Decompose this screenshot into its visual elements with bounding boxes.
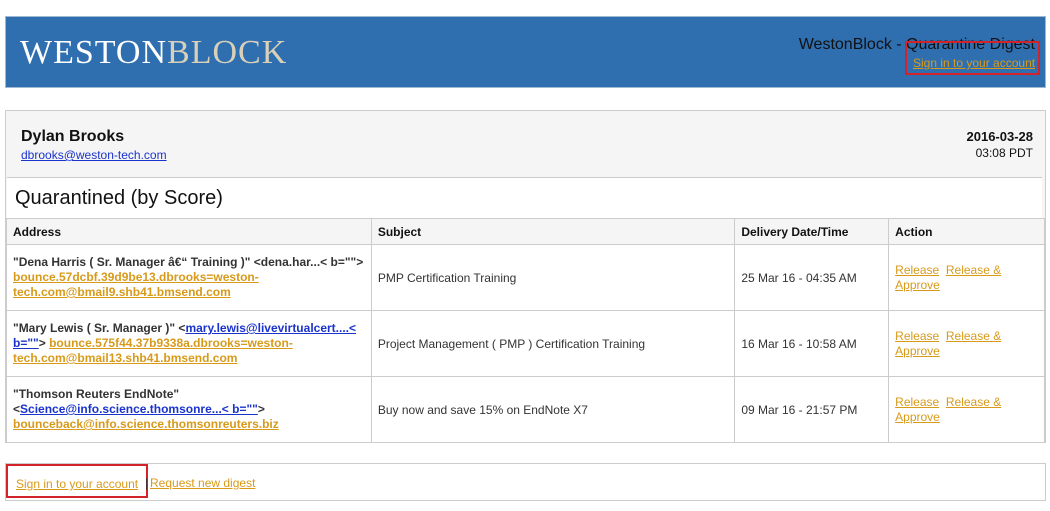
action-cell: Release Release & Approve [888,244,1045,311]
column-header-subject: Subject [370,218,736,245]
digest-card: Dylan Brooks dbrooks@weston-tech.com 201… [5,110,1046,443]
table-row: "Mary Lewis ( Sr. Manager )" <mary.lewis… [6,310,1045,377]
footer-separator: | [145,476,149,490]
sender-address-link[interactable]: Science@info.science.thomsonre...< b="" [20,402,258,416]
request-digest-link[interactable]: Request new digest [150,476,255,490]
table-row: "Thomson Reuters EndNote" <Science@info.… [6,376,1045,443]
section-header: Quarantined (by Score) [7,177,1042,219]
digest-time: 03:08 PDT [975,146,1033,160]
header-signin-link[interactable]: Sign in to your account [913,56,1035,70]
action-cell: Release Release & Approve [888,376,1045,443]
logo-left-text: WESTON [20,34,168,71]
release-link[interactable]: Release [895,263,939,277]
address-cell: "Thomson Reuters EndNote" <Science@info.… [6,376,372,443]
digest-date: 2016-03-28 [966,129,1034,144]
bounce-address-link[interactable]: bounce.57dcbf.39d9be13.dbrooks=weston-te… [13,270,259,299]
column-header-delivery: Delivery Date/Time [734,218,890,245]
action-cell: Release Release & Approve [888,310,1045,377]
user-email-link[interactable]: dbrooks@weston-tech.com [21,148,167,162]
release-link[interactable]: Release [895,329,939,343]
column-header-action: Action [888,218,1045,245]
footer-signin-highlight: Sign in to your account [6,464,148,498]
section-title: Quarantined (by Score) [15,187,223,209]
bounce-address-link[interactable]: bounce.575f44.37b9338a.dbrooks=weston-te… [13,336,293,365]
subject-cell: PMP Certification Training [370,244,736,311]
header-banner: WESTONBLOCK WestonBlock - Quarantine Dig… [5,16,1046,88]
delivery-date-cell: 16 Mar 16 - 10:58 AM [734,310,890,377]
address-bracket: > [38,336,46,350]
delivery-date-cell: 09 Mar 16 - 21:57 PM [734,376,890,443]
table-header-row: Address Subject Delivery Date/Time Actio… [6,218,1045,245]
sender-text: "Dena Harris ( Sr. Manager â€“ Training … [13,255,364,269]
footer-bar: Sign in to your account | Request new di… [5,463,1046,501]
quarantine-table: Address Subject Delivery Date/Time Actio… [6,218,1045,443]
sender-text: "Mary Lewis ( Sr. Manager )" < [13,321,186,335]
table-row: "Dena Harris ( Sr. Manager â€“ Training … [6,244,1045,311]
logo-right-text: BLOCK [167,34,288,71]
address-cell: "Mary Lewis ( Sr. Manager )" <mary.lewis… [6,310,372,377]
release-link[interactable]: Release [895,395,939,409]
delivery-date-cell: 25 Mar 16 - 04:35 AM [734,244,890,311]
bounce-address-link[interactable]: bounceback@info.science.thomsonreuters.b… [13,417,279,431]
header-signin-highlight: Sign in to your account [905,41,1040,75]
address-bracket: > [257,402,265,416]
subject-cell: Buy now and save 15% on EndNote X7 [370,376,736,443]
westonblock-logo: WESTONBLOCK [20,34,287,72]
column-header-address: Address [6,218,372,245]
footer-signin-link[interactable]: Sign in to your account [16,477,138,491]
subject-cell: Project Management ( PMP ) Certification… [370,310,736,377]
address-cell: "Dena Harris ( Sr. Manager â€“ Training … [6,244,372,311]
sender-text: "Thomson Reuters EndNote" [13,387,180,401]
user-name: Dylan Brooks [21,128,125,145]
address-bracket-open: < [13,402,21,416]
